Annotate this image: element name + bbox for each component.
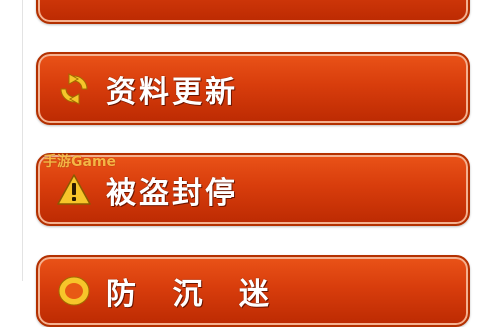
update-info-label: 资料更新 — [106, 74, 238, 110]
side-menu: 资料更新 被盗封停 防 沉 迷 — [0, 0, 500, 327]
anti-addiction-button[interactable]: 防 沉 迷 — [36, 255, 470, 327]
update-info-button[interactable]: 资料更新 — [36, 52, 470, 125]
watermark-text: 手游Game — [43, 154, 117, 170]
refresh-icon — [60, 72, 88, 105]
partial-icon — [56, 0, 92, 6]
anti-addiction-label: 防 沉 迷 — [106, 277, 282, 312]
menu-button-top-partial[interactable] — [36, 0, 470, 24]
warning-icon — [57, 173, 91, 205]
shield-icon — [58, 276, 90, 306]
stolen-suspend-label: 被盗封停 — [106, 175, 238, 211]
